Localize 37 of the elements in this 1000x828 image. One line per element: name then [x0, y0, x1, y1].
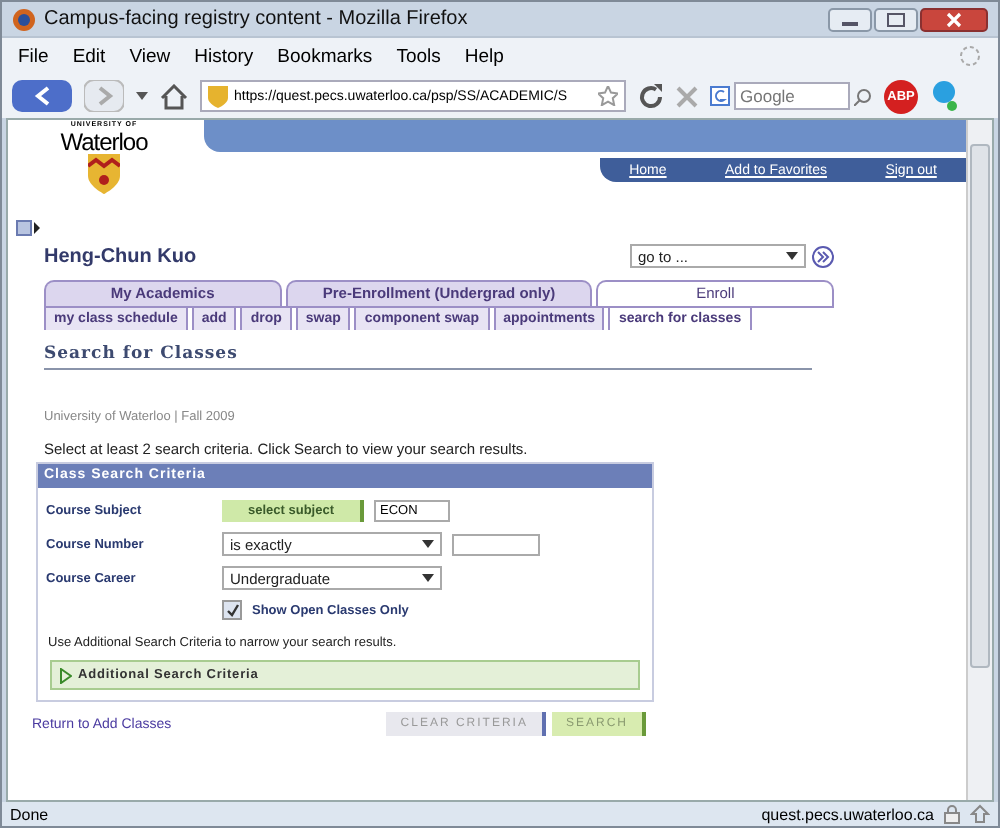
checkbox[interactable] [222, 600, 242, 620]
caret-icon [786, 252, 798, 260]
search-field[interactable]: Google [734, 82, 850, 110]
dropdown-icon[interactable] [136, 92, 148, 100]
firefox-icon [12, 7, 36, 31]
menu-item[interactable]: History [194, 45, 254, 67]
window-title: Campus-facing registry content - Mozilla Firefox [44, 8, 470, 30]
maximize-icon[interactable] [874, 7, 918, 31]
menu-item[interactable]: View [129, 45, 171, 67]
back-icon[interactable] [12, 80, 72, 112]
caret-icon [422, 540, 434, 548]
chat-icon[interactable] [930, 80, 958, 112]
scrollbar[interactable] [966, 120, 992, 800]
menu-item[interactable]: Bookmarks [277, 45, 373, 67]
menu-item[interactable]: Tools [396, 45, 441, 67]
home-icon[interactable] [160, 83, 188, 109]
reload-icon[interactable] [638, 83, 664, 109]
crest-icon [208, 85, 228, 107]
loading-icon [958, 44, 982, 68]
minimize-icon[interactable] [828, 7, 872, 31]
status-text: Done [10, 805, 49, 823]
close-icon[interactable] [920, 7, 988, 31]
status-host: quest.pecs.uwaterloo.ca [761, 805, 934, 823]
menu-item[interactable]: Edit [72, 45, 106, 67]
caret-icon [422, 574, 434, 582]
course-number-field[interactable] [452, 533, 540, 555]
menu-item[interactable]: File [18, 45, 49, 67]
user-name: Heng-Chun Kuo [44, 245, 197, 267]
lock-icon [944, 804, 960, 824]
star-icon[interactable] [598, 86, 618, 106]
page-title: Search for Classes [44, 344, 812, 370]
upload-icon[interactable] [970, 804, 990, 824]
google-icon [710, 86, 730, 106]
menu-item[interactable]: Help [464, 45, 504, 67]
search-icon[interactable] [854, 87, 872, 105]
expand-icon[interactable] [16, 220, 40, 236]
go-icon[interactable] [812, 245, 834, 267]
